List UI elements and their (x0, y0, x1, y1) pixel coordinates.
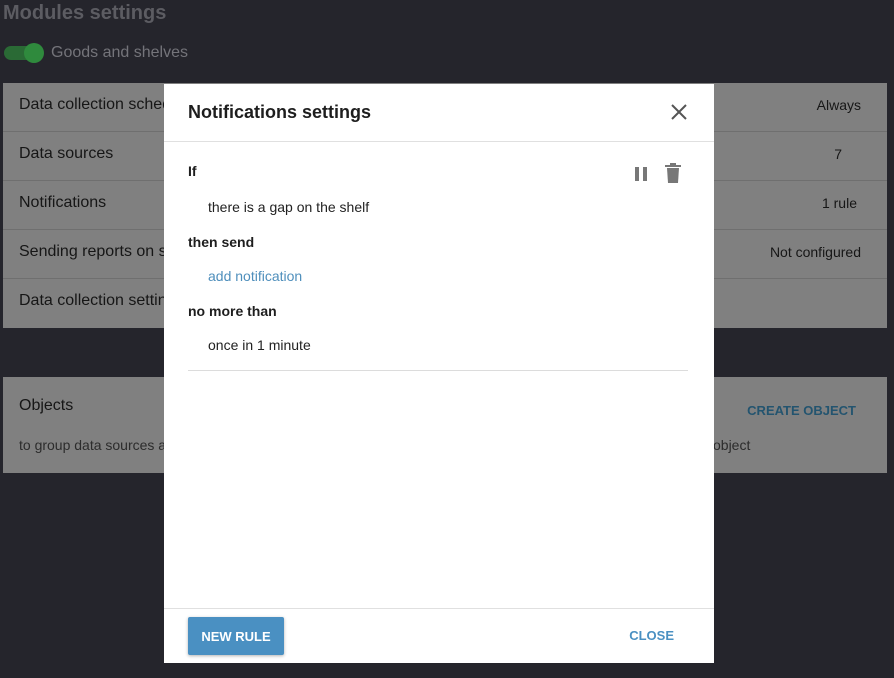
module-toggle[interactable] (4, 43, 44, 63)
close-button[interactable]: CLOSE (629, 628, 674, 643)
objects-description: to group data sources and (19, 437, 182, 453)
row-label: Data collection settings (19, 292, 184, 309)
trash-icon[interactable] (665, 163, 681, 183)
close-icon[interactable] (670, 103, 688, 121)
rule-then-label: then send (188, 234, 255, 250)
rule-condition: there is a gap on the shelf (208, 199, 370, 215)
create-object-button[interactable]: CREATE OBJECT (747, 403, 856, 418)
rule-limit-label: no more than (188, 303, 277, 319)
pause-icon[interactable] (634, 166, 648, 182)
rule-frequency[interactable]: once in 1 minute (208, 337, 311, 353)
dialog-footer: NEW RULE CLOSE (164, 608, 714, 664)
row-label: Data sources (19, 145, 114, 162)
dialog-title: Notifications settings (188, 102, 372, 122)
row-value: Always (816, 97, 861, 113)
rule-if-label: If (188, 163, 197, 179)
row-value: Not configured (769, 244, 861, 260)
module-toggle-row: Goods and shelves (4, 43, 188, 63)
toggle-knob (24, 43, 44, 63)
dialog-header: Notifications settings (164, 84, 714, 142)
objects-description-end: object (713, 437, 751, 453)
objects-title: Objects (19, 397, 74, 414)
page-title: Modules settings (3, 2, 167, 24)
row-value: 7 (834, 146, 842, 162)
module-toggle-label: Goods and shelves (51, 44, 188, 61)
add-notification-link[interactable]: add notification (208, 268, 302, 284)
new-rule-button[interactable]: NEW RULE (188, 617, 284, 655)
notifications-settings-dialog: Notifications settings If there is a gap… (164, 84, 714, 663)
row-value: 1 rule (821, 195, 857, 211)
row-label: Notifications (19, 194, 107, 211)
notification-rule: If there is a gap on the shelf then send… (188, 158, 688, 371)
